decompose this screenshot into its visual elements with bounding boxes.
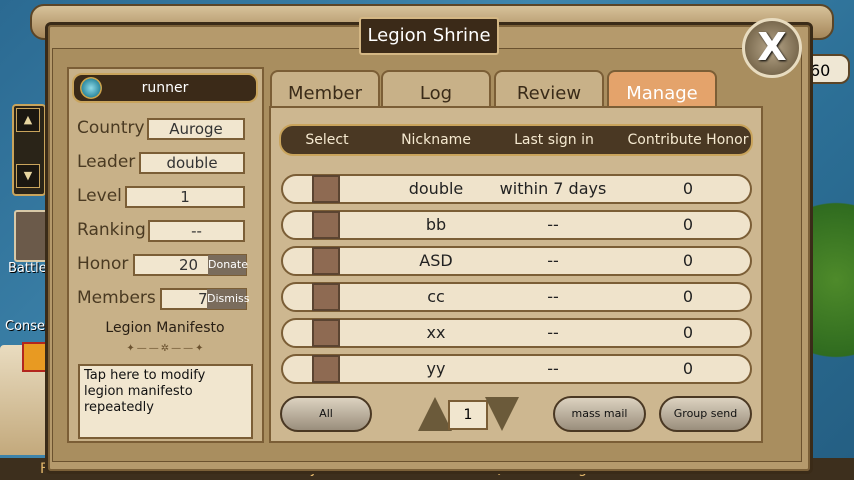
row-honor: 0 (682, 323, 694, 342)
country-label: Country (77, 118, 145, 138)
dismiss-button[interactable]: Dismiss (207, 289, 250, 309)
header-select: Select (305, 132, 349, 148)
row-nickname: yy (426, 359, 446, 378)
row-honor: 0 (682, 179, 694, 198)
row-honor: 0 (682, 215, 694, 234)
tab-member[interactable]: Member (270, 70, 380, 110)
header-last-sign-in: Last sign in (514, 132, 594, 148)
page-down-icon[interactable] (485, 397, 519, 431)
row-nickname: bb (425, 215, 447, 234)
header-nickname: Nickname (401, 132, 471, 148)
conse-label: Conse (5, 319, 46, 334)
mass-mail-button[interactable]: mass mail (553, 396, 646, 432)
manifesto-title: Legion Manifesto (105, 320, 225, 336)
scroll-up-button[interactable]: ▲ (16, 108, 40, 132)
scroll-down-button[interactable]: ▼ (16, 164, 40, 188)
page-number: 1 (448, 400, 488, 430)
row-nickname: xx (426, 323, 446, 342)
row-last-sign-in: -- (547, 287, 559, 306)
country-value: Auroge (147, 118, 245, 140)
tab-manage[interactable]: Manage (607, 70, 717, 110)
close-button[interactable]: X (742, 18, 802, 78)
level-label: Level (77, 186, 122, 206)
page-up-icon[interactable] (418, 397, 452, 431)
row-last-sign-in: -- (547, 251, 559, 270)
row-checkbox[interactable] (312, 355, 340, 383)
legion-emblem-icon (80, 77, 102, 99)
row-last-sign-in: within 7 days (499, 179, 607, 198)
leader-value: double (139, 152, 245, 174)
row-checkbox[interactable] (312, 319, 340, 347)
manifesto-textarea[interactable]: Tap here to modify legion manifesto repe… (78, 364, 253, 439)
dialog-title: Legion Shrine (359, 17, 499, 55)
row-last-sign-in: -- (547, 215, 559, 234)
tab-review[interactable]: Review (494, 70, 604, 110)
honor-label: Honor (77, 254, 129, 274)
ranking-value: -- (148, 220, 245, 242)
row-honor: 0 (682, 251, 694, 270)
row-last-sign-in: -- (547, 323, 559, 342)
row-honor: 0 (682, 287, 694, 306)
select-all-button[interactable]: All (280, 396, 372, 432)
tab-log[interactable]: Log (381, 70, 491, 110)
donate-button[interactable]: Donate (208, 255, 248, 275)
level-value: 1 (125, 186, 245, 208)
row-nickname: ASD (419, 251, 453, 270)
members-label: Members (77, 288, 156, 308)
row-nickname: cc (427, 287, 445, 306)
row-nickname: double (408, 179, 464, 198)
header-contribute-honor: Contribute Honor (627, 132, 749, 148)
battle-label: Battle (8, 261, 47, 276)
row-checkbox[interactable] (312, 175, 340, 203)
ranking-label: Ranking (77, 220, 146, 240)
row-checkbox[interactable] (312, 211, 340, 239)
leader-label: Leader (77, 152, 136, 172)
row-last-sign-in: -- (547, 359, 559, 378)
group-send-button[interactable]: Group send (659, 396, 752, 432)
row-checkbox[interactable] (312, 283, 340, 311)
row-checkbox[interactable] (312, 247, 340, 275)
row-honor: 0 (682, 359, 694, 378)
ornament-divider: ✦——✲——✦ (126, 343, 206, 354)
